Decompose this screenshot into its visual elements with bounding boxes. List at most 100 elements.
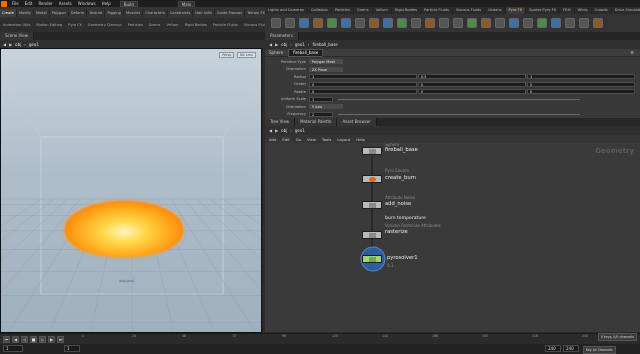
path-geo1[interactable]: geo1 xyxy=(29,42,39,47)
tool-icon[interactable] xyxy=(271,18,281,28)
step-forward-icon[interactable]: ▶ xyxy=(48,336,55,343)
shelf-tab[interactable]: Characters xyxy=(143,8,168,17)
parameter-dropdown[interactable]: Polygon Mesh xyxy=(309,59,343,64)
tool-icon[interactable] xyxy=(481,18,491,28)
shelf-tab[interactable]: Pyro FX xyxy=(505,7,527,14)
shelf-tab[interactable]: Rigid Bodies xyxy=(392,7,421,14)
back-arrow-icon[interactable]: ◀ xyxy=(269,42,272,47)
parameter-field[interactable]: 0 xyxy=(418,89,526,94)
menu-go[interactable]: Go xyxy=(296,137,301,142)
shelf-tab[interactable]: Guide Process xyxy=(215,8,246,17)
shelf-tab[interactable]: Deform xyxy=(69,8,88,17)
shelf-tab[interactable]: Grains xyxy=(354,7,373,14)
path-obj[interactable]: obj xyxy=(281,42,287,47)
shelf-tab[interactable]: Particle Fluids xyxy=(421,7,453,14)
tool-icon[interactable] xyxy=(313,18,323,28)
tool-icon[interactable] xyxy=(495,18,505,28)
node-pyrosolver[interactable] xyxy=(362,255,382,263)
tool-icon[interactable] xyxy=(565,18,575,28)
tool-icon[interactable] xyxy=(453,18,463,28)
tool-icon[interactable] xyxy=(551,18,561,28)
tab-parameters[interactable]: Parameters xyxy=(265,32,299,40)
parameter-field[interactable]: 2 xyxy=(309,111,333,117)
key-all-channels-button[interactable]: Key All Channels xyxy=(583,346,616,354)
tool-icon[interactable] xyxy=(341,18,351,28)
menu-assets[interactable]: Assets xyxy=(56,1,75,6)
step-back-icon[interactable]: ◀ xyxy=(12,336,19,343)
menu-help[interactable]: Help xyxy=(356,137,365,142)
shelf-tool[interactable]: Particles xyxy=(125,23,146,27)
tool-icon[interactable] xyxy=(579,18,589,28)
menu-render[interactable]: Render xyxy=(35,1,55,6)
shelf-tool[interactable]: Viscous Fluids xyxy=(241,23,265,27)
shelf-tab[interactable]: Crowds xyxy=(592,7,612,14)
start-frame-field[interactable]: 1 xyxy=(64,345,80,352)
parameter-slider[interactable] xyxy=(338,113,580,115)
shelf-tab[interactable]: Texture xyxy=(87,8,106,17)
shelf-tab[interactable]: Muscles xyxy=(124,8,144,17)
node-rasterize[interactable] xyxy=(362,231,382,239)
parameter-field[interactable]: 0 xyxy=(527,89,635,94)
viewport[interactable]: Persp No cam /obj/geo1 xyxy=(0,48,262,333)
shelf-tool[interactable]: Rigid Bodies xyxy=(182,23,210,27)
network-editor[interactable]: Geometry Sphere fireball_base Pyro Sourc… xyxy=(265,143,640,332)
tool-icon[interactable] xyxy=(537,18,547,28)
end-frame-field[interactable]: 240 xyxy=(545,345,561,352)
shelf-tab[interactable]: Terrain FX xyxy=(245,9,265,17)
desktop-selector[interactable]: Build xyxy=(119,0,138,7)
menu-edit[interactable]: Edit xyxy=(22,1,36,6)
shelf-tool[interactable]: Geometry Cleanup xyxy=(85,23,125,27)
camera-badge[interactable]: No cam xyxy=(237,52,256,58)
shelf-tab[interactable]: Vellum xyxy=(373,7,392,14)
jump-start-icon[interactable]: ⏮ xyxy=(3,336,10,343)
node-add-noise[interactable] xyxy=(362,201,382,209)
parameter-dropdown[interactable]: ZX Plane xyxy=(309,66,343,72)
path-geo1[interactable]: geo1 xyxy=(295,128,305,133)
shelf-tab[interactable]: Lights and Cameras xyxy=(265,7,308,14)
tool-icon[interactable] xyxy=(439,18,449,28)
play-reverse-icon[interactable]: ◁ xyxy=(21,336,28,343)
tab-tree-view[interactable]: Tree View xyxy=(265,118,296,126)
shelf-tab[interactable]: Constraints xyxy=(168,8,194,17)
path-geo1[interactable]: geo1 xyxy=(295,42,305,47)
tool-icon[interactable] xyxy=(593,18,603,28)
parameter-field[interactable]: 1 xyxy=(309,96,333,102)
menu-add[interactable]: Add xyxy=(269,137,276,142)
persp-badge[interactable]: Persp xyxy=(219,52,235,58)
parameter-field[interactable]: 0 xyxy=(527,81,635,87)
menu-layout[interactable]: Layout xyxy=(337,137,350,142)
jump-end-icon[interactable]: ⏭ xyxy=(57,336,64,343)
tool-icon[interactable] xyxy=(355,18,365,28)
tool-icon[interactable] xyxy=(369,18,379,28)
parameter-field[interactable]: 0.5 xyxy=(418,74,526,79)
menu-windows[interactable]: Windows xyxy=(75,1,99,6)
back-arrow-icon[interactable]: ◀ xyxy=(269,128,272,133)
shelf-tool[interactable]: Particle Fluids xyxy=(210,23,241,27)
shelf-tab[interactable]: Sparse Pyro FX xyxy=(526,7,561,14)
parameter-field[interactable]: 0 xyxy=(309,89,417,94)
parameter-slider[interactable] xyxy=(338,98,580,100)
tab-scene-view[interactable]: Scene View xyxy=(0,32,34,40)
path-obj[interactable]: obj xyxy=(15,42,21,47)
shelf-tab[interactable]: Collisions xyxy=(308,7,332,14)
shelf-tab[interactable]: FEM xyxy=(560,7,575,14)
parameter-field[interactable]: 0 xyxy=(309,81,417,87)
path-obj[interactable]: obj xyxy=(281,128,287,133)
shelf-tool[interactable]: Motion Editing xyxy=(33,23,65,27)
shelf-tool[interactable]: Vellum xyxy=(163,23,181,27)
tool-icon[interactable] xyxy=(509,18,519,28)
desktop-selector-2[interactable]: Main xyxy=(177,0,196,7)
tool-icon[interactable] xyxy=(327,18,337,28)
tool-icon[interactable] xyxy=(425,18,435,28)
menu-edit[interactable]: Edit xyxy=(282,137,289,142)
shelf-tab[interactable]: Polygon xyxy=(50,8,69,17)
node-name-field[interactable]: fireball_base xyxy=(288,48,324,57)
parameter-field[interactable]: 1 xyxy=(309,74,417,79)
shelf-tab[interactable]: Create xyxy=(0,8,17,17)
node-fireball-base[interactable] xyxy=(362,147,382,155)
play-icon[interactable]: ▷ xyxy=(39,336,46,343)
tool-icon[interactable] xyxy=(523,18,533,28)
forward-arrow-icon[interactable]: ▶ xyxy=(275,128,278,133)
path-node[interactable]: fireball_base xyxy=(312,42,337,47)
forward-arrow-icon[interactable]: ▶ xyxy=(9,42,12,47)
